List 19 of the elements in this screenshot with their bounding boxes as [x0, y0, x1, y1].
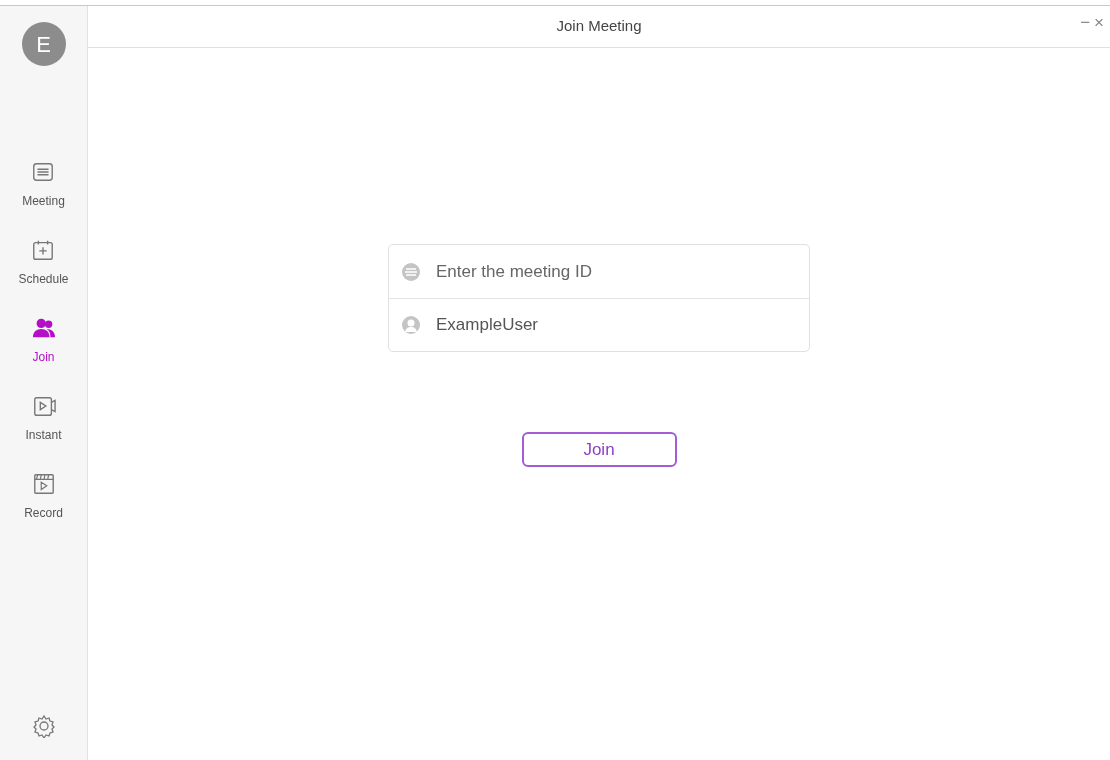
instant-icon[interactable] — [31, 394, 56, 418]
sidebar-item[interactable]: Schedule — [18, 270, 69, 288]
window-title: Join Meeting — [556, 16, 642, 37]
close-button[interactable]: × — [1094, 14, 1104, 31]
meeting-id-field[interactable]: Enter the meeting ID — [436, 258, 797, 285]
join-button[interactable]: Join — [521, 432, 677, 467]
list-icon — [401, 261, 421, 282]
minimize-button[interactable]: − — [1080, 14, 1091, 31]
join-icon[interactable] — [31, 316, 56, 340]
meeting-icon[interactable] — [31, 160, 56, 184]
settings-icon[interactable] — [31, 714, 56, 738]
name-field[interactable]: ExampleUser — [436, 312, 797, 338]
record-icon[interactable] — [31, 472, 56, 496]
sidebar-item[interactable]: Join — [32, 348, 55, 366]
sidebar-item[interactable]: Record — [24, 504, 63, 522]
sidebar-item[interactable]: Instant — [25, 426, 62, 444]
sidebar-item[interactable]: Meeting — [22, 192, 65, 210]
schedule-icon[interactable] — [31, 238, 56, 262]
user-icon — [401, 315, 421, 335]
